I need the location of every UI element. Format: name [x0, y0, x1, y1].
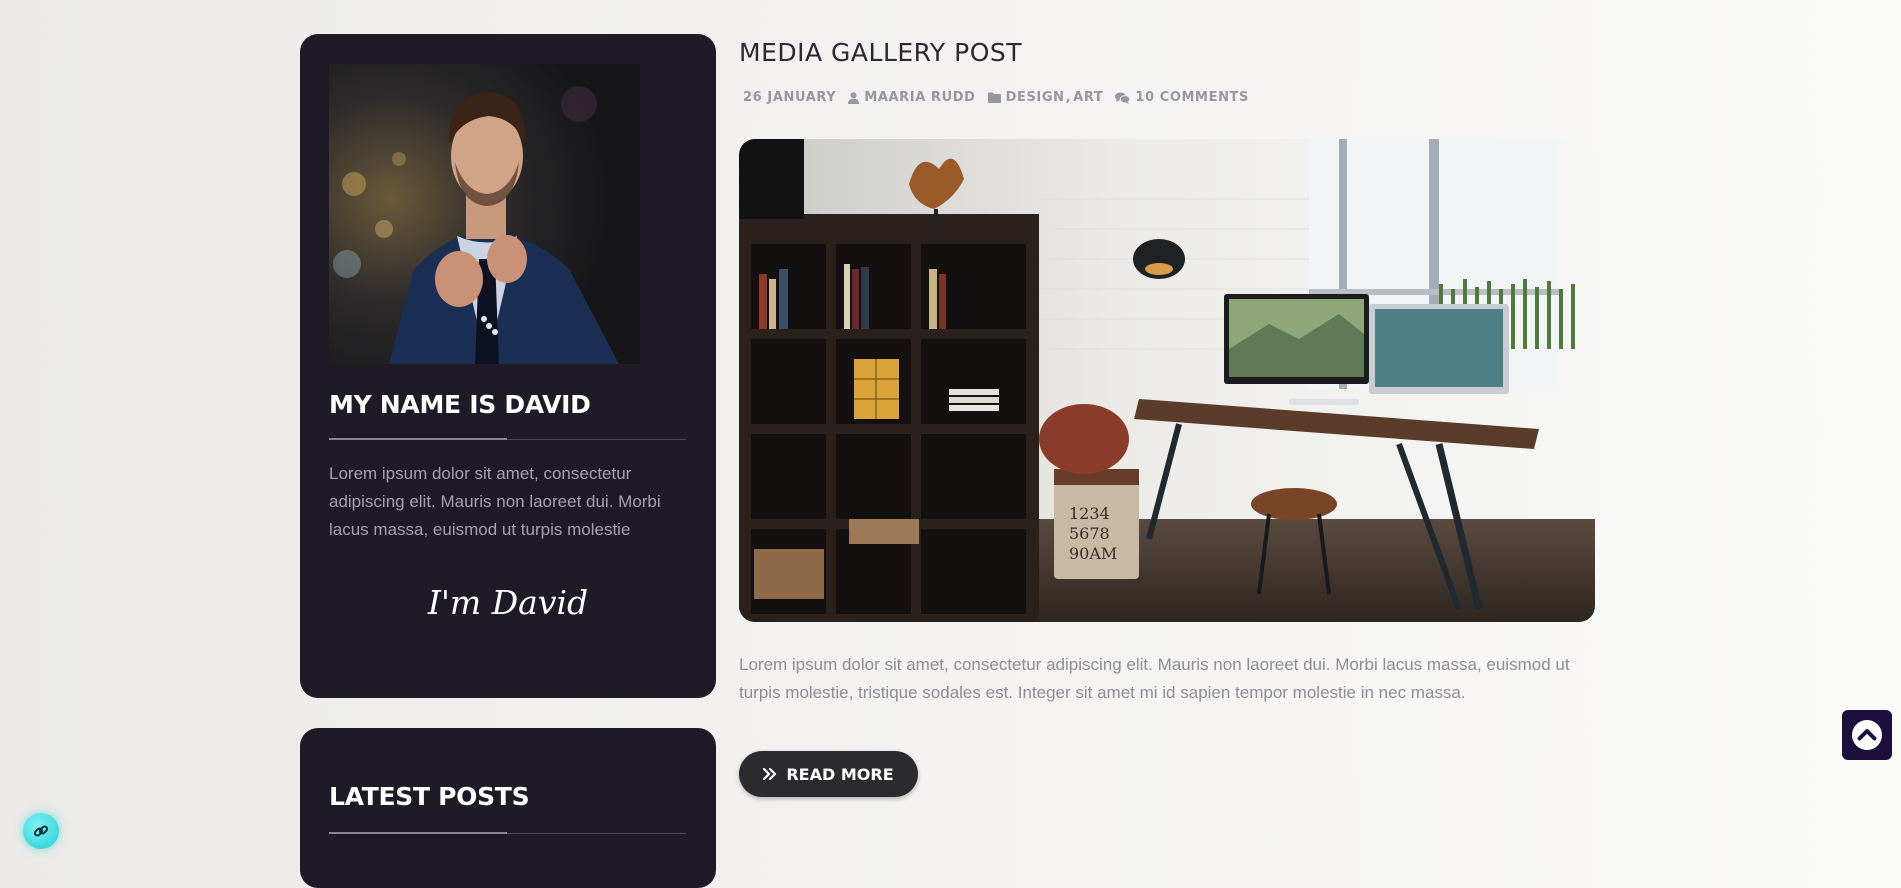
post-author-text: MAARIA RUDD	[864, 90, 976, 105]
divider-accent	[329, 438, 507, 440]
link-widget-button[interactable]	[23, 813, 59, 849]
svg-text:90AM: 90AM	[1069, 544, 1117, 563]
post-comments-text: 10 COMMENTS	[1135, 90, 1249, 105]
double-chevron-right-icon	[763, 768, 777, 780]
post-title[interactable]: MEDIA GALLERY POST	[739, 38, 1022, 67]
post-excerpt: Lorem ipsum dolor sit amet, consectetur …	[739, 655, 1570, 702]
about-text: Lorem ipsum dolor sit amet, consectetur …	[329, 464, 661, 539]
read-more-label: READ MORE	[786, 764, 894, 784]
about-title: MY NAME IS DAVID	[329, 390, 591, 419]
post-author[interactable]: MAARIA RUDD	[848, 90, 975, 105]
latest-posts-card: LATEST POSTS	[300, 728, 716, 888]
post-meta: 26 JANUARY MAARIA RUDD DESIGN , ART 10 C…	[743, 90, 1261, 105]
about-title-divider	[329, 438, 686, 440]
link-icon	[33, 825, 49, 837]
divider-accent	[329, 832, 507, 834]
featured-image[interactable]: 1234 5678 90AM	[739, 139, 1595, 622]
about-card: MY NAME IS DAVID Lorem ipsum dolor sit a…	[300, 34, 716, 698]
post-date-text: 26 JANUARY	[743, 90, 837, 105]
post-categories: DESIGN , ART	[987, 90, 1104, 105]
signature: I'm David	[427, 583, 589, 622]
category-separator: ,	[1065, 90, 1072, 105]
post-date[interactable]: 26 JANUARY	[743, 90, 836, 105]
post-comments[interactable]: 10 COMMENTS	[1115, 90, 1249, 105]
category-link-design[interactable]: DESIGN	[1006, 90, 1065, 105]
svg-text:1234: 1234	[1069, 504, 1110, 523]
latest-posts-title-divider	[329, 832, 686, 834]
comments-icon	[1115, 92, 1131, 104]
chevron-up-circle-icon	[1852, 720, 1882, 750]
svg-text:5678: 5678	[1069, 524, 1110, 543]
user-icon	[848, 91, 860, 104]
scroll-to-top-button[interactable]	[1842, 710, 1892, 760]
latest-posts-title: LATEST POSTS	[329, 782, 530, 811]
profile-photo	[329, 64, 640, 364]
read-more-button[interactable]: READ MORE	[739, 751, 918, 797]
folder-icon	[987, 92, 1001, 103]
category-link-art[interactable]: ART	[1073, 90, 1103, 105]
